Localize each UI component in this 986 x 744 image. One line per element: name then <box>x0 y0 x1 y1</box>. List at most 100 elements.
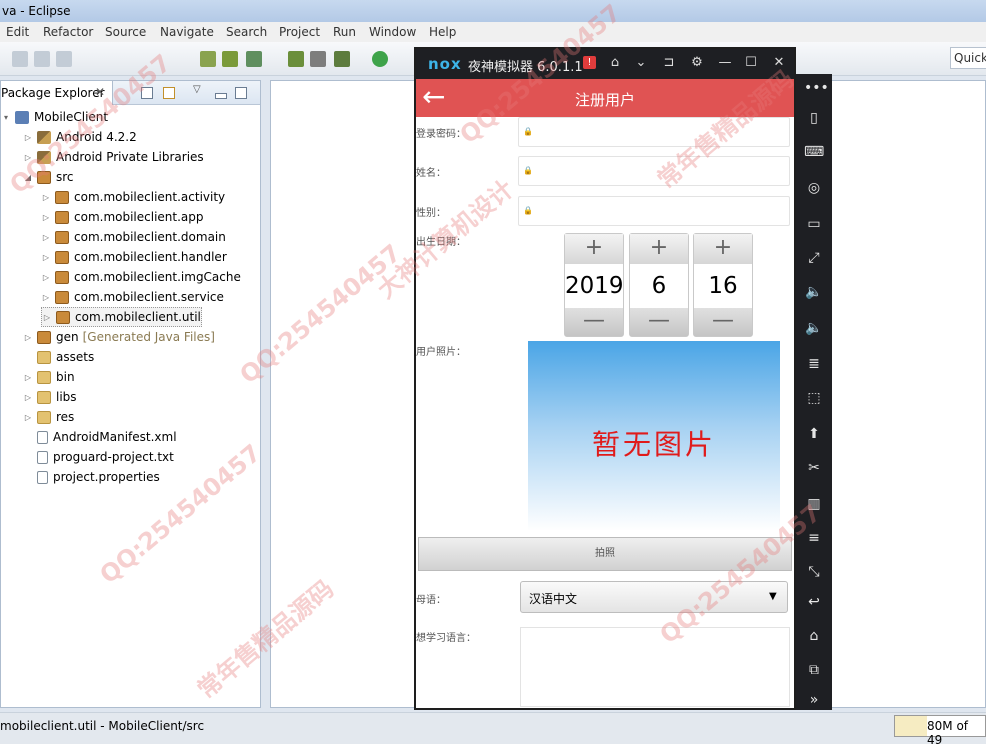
tree-item[interactable]: ▷ Android Private Libraries <box>23 147 204 167</box>
tree-item[interactable]: ▷ com.mobileclient.domain <box>41 227 226 247</box>
tree-item[interactable]: ▷ com.mobileclient.service <box>41 287 224 307</box>
save-icon[interactable] <box>34 51 50 67</box>
tree-item[interactable]: ▷ com.mobileclient.app <box>41 207 204 227</box>
skip-breakpoints-icon[interactable] <box>310 51 326 67</box>
year-value[interactable]: 2019 <box>565 264 624 308</box>
tree-twisty-icon[interactable]: ▷ <box>23 132 33 142</box>
more-icon[interactable]: ••• <box>804 78 829 98</box>
close-icon[interactable]: ✕ <box>95 85 105 99</box>
recent-apps-icon[interactable]: ⧉ <box>804 660 824 680</box>
tree-item[interactable]: AndroidManifest.xml <box>23 427 177 447</box>
menu-edit[interactable]: Edit <box>6 25 29 39</box>
tree-twisty-icon[interactable]: ▷ <box>41 272 51 282</box>
view-menu-icon[interactable]: ▽ <box>193 84 201 95</box>
tree-twisty-icon[interactable] <box>23 472 33 482</box>
menu-help[interactable]: Help <box>429 25 456 39</box>
phone-shake-icon[interactable]: ▯ <box>804 108 824 128</box>
apk-install-icon[interactable]: ⬆ <box>804 424 824 444</box>
tree-item[interactable]: ▷ com.mobileclient.imgCache <box>41 267 241 287</box>
menu-source[interactable]: Source <box>105 25 146 39</box>
name-field[interactable]: 🔒 <box>518 156 790 186</box>
tree-twisty-icon[interactable]: ▷ <box>23 332 33 342</box>
fullscreen-icon[interactable]: ⤢ <box>804 248 824 268</box>
print-icon[interactable] <box>56 51 72 67</box>
menu-icon[interactable]: ≡ <box>804 528 824 548</box>
chevron-down-icon[interactable]: ⌄ <box>632 54 650 72</box>
location-icon[interactable]: ◎ <box>804 178 824 198</box>
volume-up-icon[interactable]: 🔈 <box>804 282 824 302</box>
tree-item[interactable]: project.properties <box>23 467 160 487</box>
link-with-editor-icon[interactable] <box>163 87 175 99</box>
take-photo-button[interactable]: 拍照 <box>418 537 792 571</box>
day-value[interactable]: 16 <box>694 264 752 308</box>
tree-twisty-icon[interactable]: ▷ <box>42 312 52 322</box>
lint-check-icon[interactable] <box>246 51 262 67</box>
tree-twisty-icon[interactable]: ▾ <box>1 112 11 122</box>
volume-down-icon[interactable]: 🔈 <box>804 318 824 338</box>
tree-item[interactable]: ▷ gen [Generated Java Files] <box>23 327 215 347</box>
home-icon[interactable]: ⌂ <box>606 54 624 72</box>
package-explorer-tab[interactable]: Package Explorer ✕ <box>1 81 113 105</box>
tree-item[interactable]: ▷ com.mobileclient.util <box>41 307 202 327</box>
menu-run[interactable]: Run <box>333 25 356 39</box>
tree-twisty-icon[interactable]: ▷ <box>23 372 33 382</box>
tree-twisty-icon[interactable]: ▷ <box>41 232 51 242</box>
tree-twisty-icon[interactable]: ▷ <box>23 392 33 402</box>
tree-item[interactable]: ▷ com.mobileclient.activity <box>41 187 225 207</box>
warning-icon[interactable]: ! <box>583 56 596 69</box>
tree-item[interactable]: ▷ com.mobileclient.handler <box>41 247 227 267</box>
pin-icon[interactable]: ⊐ <box>660 54 678 72</box>
menu-window[interactable]: Window <box>369 25 416 39</box>
menu-refactor[interactable]: Refactor <box>43 25 93 39</box>
scissors-icon[interactable]: ✂ <box>804 458 824 478</box>
tree-twisty-icon[interactable]: ▷ <box>41 252 51 262</box>
gender-field[interactable]: 🔒 <box>518 196 790 226</box>
run-icon[interactable] <box>372 51 388 67</box>
screen-icon[interactable]: ▭ <box>804 214 824 234</box>
tree-twisty-icon[interactable]: ▷ <box>41 292 51 302</box>
tree-twisty-icon[interactable] <box>23 452 33 462</box>
sdk-manager-icon[interactable] <box>200 51 216 67</box>
month-value[interactable]: 6 <box>630 264 688 308</box>
close-window-icon[interactable]: ✕ <box>770 54 788 72</box>
tree-item[interactable]: ▷ libs <box>23 387 77 407</box>
tree-item[interactable]: ◢ src <box>23 167 74 187</box>
heap-status[interactable]: 80M of 49 <box>894 715 986 744</box>
debug-icon[interactable] <box>334 51 350 67</box>
maximize-window-icon[interactable]: ☐ <box>742 54 760 72</box>
maximize-icon[interactable] <box>235 87 247 99</box>
month-increment-button[interactable]: + <box>630 234 688 264</box>
tree-twisty-icon[interactable]: ◢ <box>23 172 33 182</box>
menu-search[interactable]: Search <box>226 25 267 39</box>
tree-twisty-icon[interactable]: ▷ <box>23 152 33 162</box>
android-home-icon[interactable]: ⌂ <box>804 626 824 646</box>
new-icon[interactable] <box>12 51 28 67</box>
quick-access-input[interactable]: Quick <box>950 47 986 69</box>
expand-icon[interactable]: » <box>804 690 824 710</box>
resize-icon[interactable]: ⤡ <box>804 562 824 582</box>
tree-item[interactable]: ▾ MobileClient <box>1 107 108 127</box>
tree-twisty-icon[interactable]: ▷ <box>41 212 51 222</box>
tree-twisty-icon[interactable] <box>23 432 33 442</box>
avd-manager-icon[interactable] <box>222 51 238 67</box>
tree-item[interactable]: ▷ Android 4.2.2 <box>23 127 137 147</box>
tree-twisty-icon[interactable] <box>23 352 33 362</box>
month-decrement-button[interactable]: — <box>630 308 688 336</box>
stack-icon[interactable]: ≣ <box>804 354 824 374</box>
day-decrement-button[interactable]: — <box>694 308 752 336</box>
keyboard-icon[interactable]: ⌨ <box>804 142 824 162</box>
minimize-icon[interactable] <box>215 93 227 99</box>
mother-tongue-select[interactable]: 汉语中文 ▼ <box>520 581 788 613</box>
year-decrement-button[interactable]: — <box>565 308 623 336</box>
android-back-icon[interactable]: ↩ <box>804 592 824 612</box>
tree-item[interactable]: assets <box>23 347 94 367</box>
menu-project[interactable]: Project <box>279 25 320 39</box>
tree-item[interactable]: proguard-project.txt <box>23 447 174 467</box>
day-increment-button[interactable]: + <box>694 234 752 264</box>
year-increment-button[interactable]: + <box>565 234 623 264</box>
tree-item[interactable]: ▷ res <box>23 407 74 427</box>
minimize-window-icon[interactable]: — <box>716 54 734 72</box>
learn-language-field[interactable] <box>520 627 790 707</box>
gear-icon[interactable]: ⚙ <box>688 54 706 72</box>
multi-window-icon[interactable]: ▥ <box>804 494 824 514</box>
